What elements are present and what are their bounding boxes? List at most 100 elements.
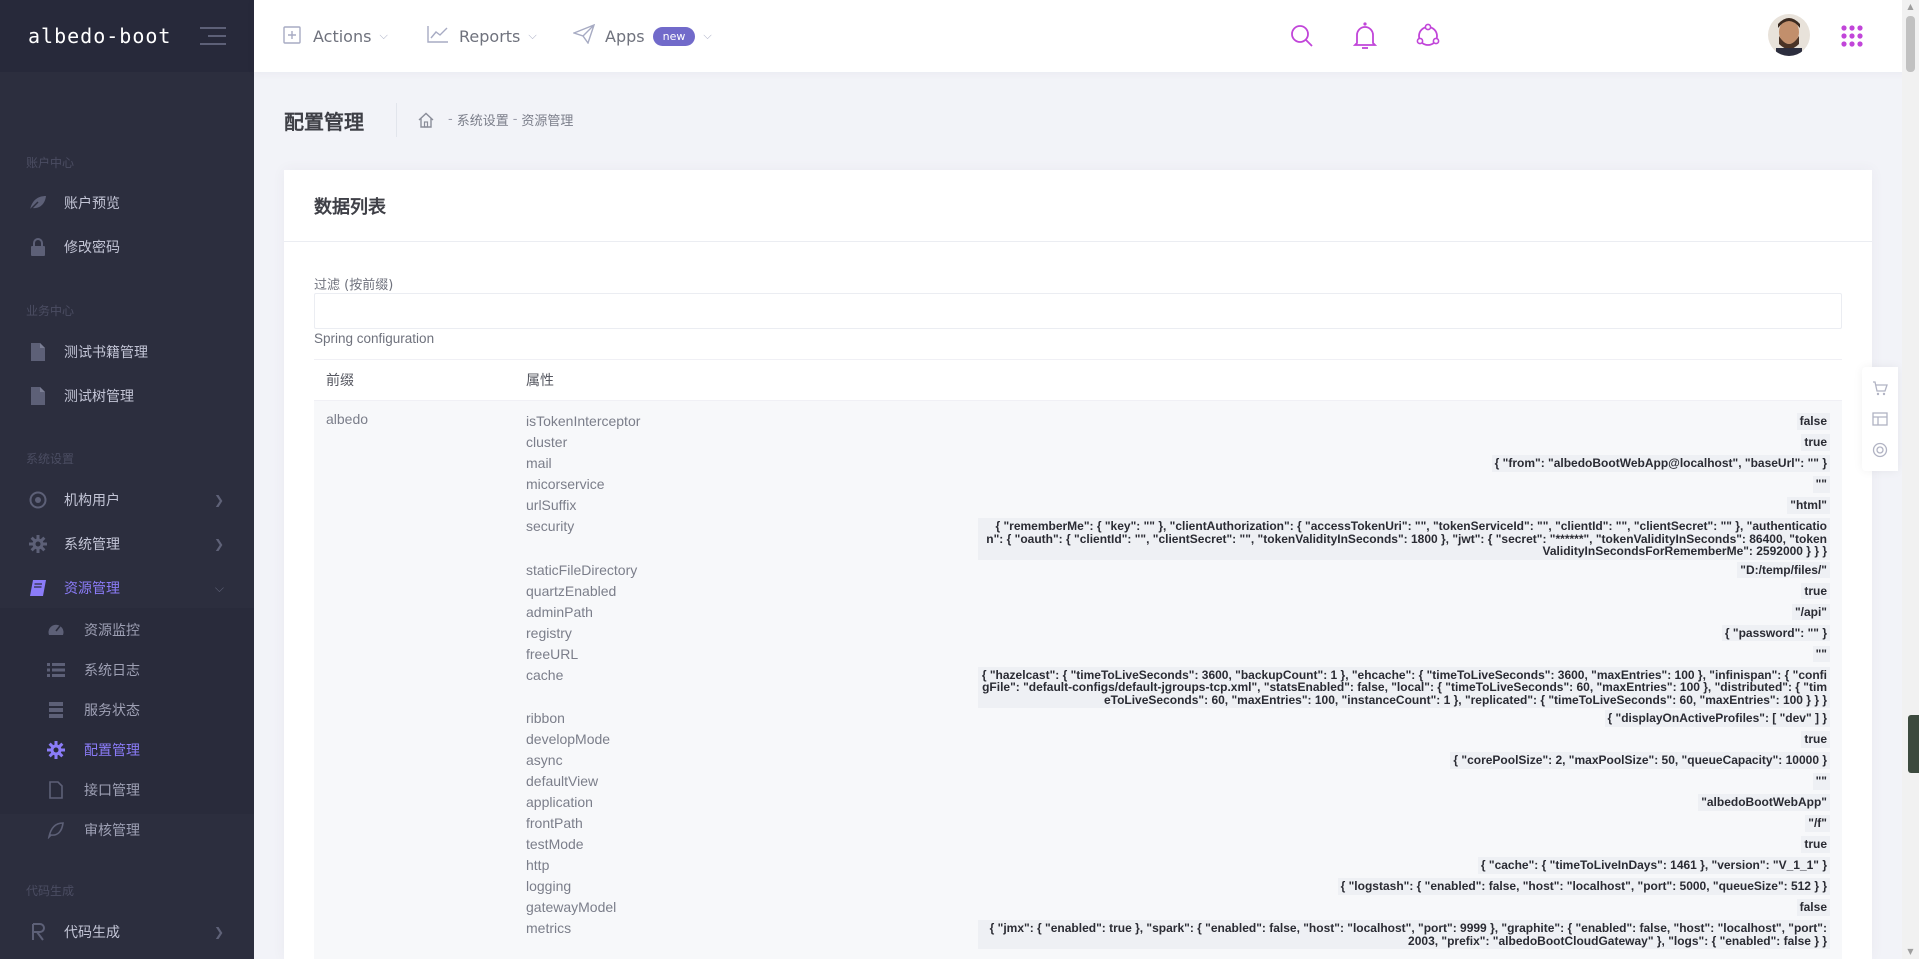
- property-row: cache { "hazelcast": { "timeToLiveSeconds…: [526, 665, 1830, 708]
- gear-icon: [46, 740, 66, 760]
- property-value: { "rememberMe": { "key": "" }, "clientAu…: [978, 518, 1830, 560]
- chart-icon: [427, 24, 449, 48]
- property-value: "D:/temp/files/": [1737, 561, 1830, 578]
- cart-icon[interactable]: [1871, 379, 1889, 397]
- file-icon: [28, 342, 48, 362]
- property-name: freeURL: [526, 645, 579, 662]
- side-widget-tab[interactable]: [1908, 715, 1919, 773]
- breadcrumb-resource-management[interactable]: 资源管理: [521, 110, 573, 129]
- sidebar-subitem-resource-monitor[interactable]: 资源监控: [0, 610, 254, 650]
- sidebar-subitem-service-status[interactable]: 服务状态: [0, 690, 254, 730]
- breadcrumb-separator: -: [448, 112, 453, 127]
- sidebar-item-resource-management[interactable]: 资源管理 ⌵: [0, 566, 254, 610]
- property-name: registry: [526, 624, 572, 641]
- property-name: mail: [526, 455, 552, 471]
- sidebar-subitem-audit-management[interactable]: 审核管理: [0, 810, 254, 850]
- portlet-header: 数据列表: [284, 170, 1872, 242]
- layout-icon[interactable]: [1871, 410, 1889, 428]
- sidebar-item-code-generation[interactable]: 代码生成 ❯: [0, 910, 254, 954]
- page-scrollbar[interactable]: ▲ ▼: [1902, 0, 1919, 959]
- paper-plane-icon: [571, 23, 596, 48]
- property-name: security: [526, 518, 575, 534]
- home-icon[interactable]: [418, 112, 434, 128]
- monitor-icon: [46, 620, 66, 640]
- sidebar-item-account-overview[interactable]: 账户预览: [0, 181, 254, 225]
- sidebar-subitem-config-management[interactable]: 配置管理: [0, 730, 254, 770]
- property-row: metrics { "jmx": { "enabled": true }, "sp…: [526, 918, 1830, 949]
- gear-icon: [28, 534, 48, 554]
- property-name: async: [526, 752, 563, 768]
- filter-label: 过滤 (按前缀): [314, 278, 394, 293]
- scroll-down-arrow-icon[interactable]: ▼: [1902, 945, 1919, 959]
- list-icon: [46, 660, 66, 680]
- property-name: ribbon: [526, 710, 565, 726]
- property-name: testMode: [526, 836, 584, 852]
- breadcrumb-system-settings[interactable]: 系统设置: [457, 110, 509, 129]
- property-row: isTokenInterceptor false: [526, 411, 1830, 432]
- breadcrumb: - 系统设置 - 资源管理: [418, 110, 573, 129]
- property-row: mail { "from": "albedoBootWebApp@localhos…: [526, 453, 1830, 474]
- sidebar-subitem-system-log[interactable]: 系统日志: [0, 650, 254, 690]
- sidebar-subitem-label: 接口管理: [84, 783, 140, 799]
- property-name: adminPath: [526, 603, 593, 620]
- property-value: "albedoBootWebApp": [1698, 794, 1830, 811]
- page-title: 配置管理: [284, 110, 364, 134]
- table-header: 前缀 属性: [314, 359, 1842, 401]
- apps-grid-icon[interactable]: [1836, 20, 1868, 52]
- property-value: false: [1796, 899, 1830, 916]
- filter-input[interactable]: [314, 293, 1842, 329]
- scroll-up-arrow-icon[interactable]: ▲: [1902, 0, 1919, 14]
- sidebar-item-test-tree[interactable]: 测试树管理: [0, 374, 254, 418]
- property-row: security { "rememberMe": { "key": "" }, "…: [526, 516, 1830, 560]
- user-avatar[interactable]: [1768, 14, 1810, 56]
- menu-apps[interactable]: Apps new ⌵: [571, 0, 712, 72]
- property-value: true: [1801, 731, 1830, 748]
- property-value: "": [1812, 476, 1830, 493]
- sidebar-item-change-password[interactable]: 修改密码: [0, 225, 254, 269]
- sidebar-item-test-books[interactable]: 测试书籍管理: [0, 330, 254, 374]
- property-value: true: [1801, 836, 1830, 853]
- sidebar: albedo-boot 账户中心 账户预览 修改密码 业务中心 测试书籍管理 测…: [0, 0, 254, 959]
- book-icon: [28, 578, 48, 598]
- sidebar-item-label: 修改密码: [64, 240, 120, 256]
- sidebar-item-label: 资源管理: [64, 581, 120, 597]
- property-value: "/api": [1791, 603, 1830, 620]
- property-name: isTokenInterceptor: [526, 413, 641, 429]
- property-name: quartzEnabled: [526, 582, 617, 599]
- lock-icon: [28, 237, 48, 257]
- sidebar-item-label: 系统管理: [64, 537, 120, 553]
- sidebar-item-system-management[interactable]: 系统管理 ❯: [0, 522, 254, 566]
- lifebuoy-icon[interactable]: [1871, 441, 1889, 459]
- sidebar-item-label: 机构用户: [64, 493, 120, 509]
- sidebar-subitem-api-management[interactable]: 接口管理: [0, 770, 254, 810]
- chevron-down-icon: ⌵: [528, 29, 537, 42]
- property-name: metrics: [526, 920, 572, 936]
- property-value: false: [1796, 413, 1830, 430]
- menu-actions[interactable]: Actions ⌵: [283, 0, 388, 72]
- property-row: async { "corePoolSize": 2, "maxPoolSize":…: [526, 750, 1830, 771]
- sidebar-subitem-label: 服务状态: [84, 703, 140, 719]
- search-icon[interactable]: [1286, 20, 1318, 52]
- bell-icon[interactable]: [1349, 20, 1381, 52]
- section-caption: Spring configuration: [314, 331, 435, 346]
- sidebar-toggle-icon[interactable]: [198, 27, 226, 45]
- brand-logo[interactable]: albedo-boot: [28, 24, 171, 48]
- chevron-down-icon: ⌵: [379, 29, 388, 42]
- data-list-portlet: 数据列表 过滤 (按前缀) Spring configuration 前缀 属性…: [284, 170, 1872, 959]
- property-value: { "password": "" }: [1721, 624, 1830, 641]
- property-name: defaultView: [526, 773, 599, 789]
- plus-square-icon: [283, 24, 303, 48]
- property-row: micorservice "": [526, 474, 1830, 495]
- property-name: staticFileDirectory: [526, 561, 638, 578]
- share-icon[interactable]: [1412, 20, 1444, 52]
- sidebar-item-org-users[interactable]: 机构用户 ❯: [0, 478, 254, 522]
- menu-reports[interactable]: Reports ⌵: [427, 0, 537, 72]
- property-name: frontPath: [526, 815, 583, 831]
- section-label-account: 账户中心: [26, 156, 75, 170]
- property-name: gatewayModel: [526, 899, 617, 915]
- property-row: application "albedoBootWebApp": [526, 792, 1830, 813]
- property-name: urlSuffix: [526, 497, 577, 513]
- scroll-thumb[interactable]: [1906, 16, 1915, 72]
- property-row: staticFileDirectory "D:/temp/files/": [526, 560, 1830, 581]
- sidebar-item-label: 账户预览: [64, 196, 120, 212]
